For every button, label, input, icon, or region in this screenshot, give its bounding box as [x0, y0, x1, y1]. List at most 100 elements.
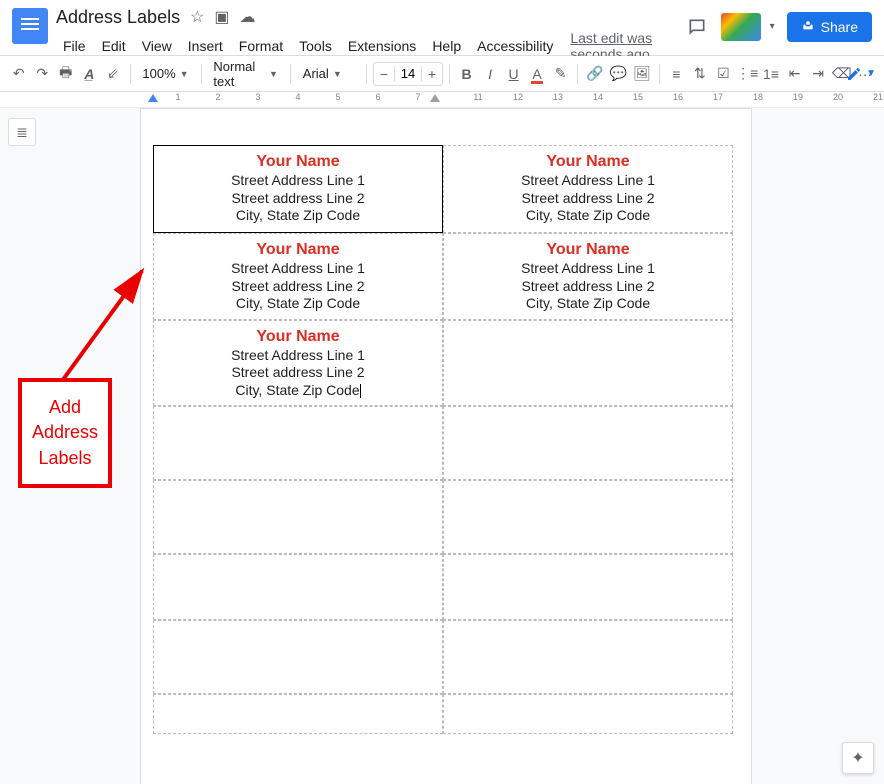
label-line2: Street address Line 2	[154, 278, 442, 296]
label-cell-3-2[interactable]	[443, 320, 733, 407]
paragraph-style-dropdown[interactable]: Normal text▼	[207, 61, 284, 87]
label-line2: Street address Line 2	[444, 190, 732, 208]
underline-button[interactable]: U	[503, 61, 525, 87]
separator	[449, 64, 450, 84]
label-line1: Street Address Line 1	[444, 260, 732, 278]
label-line2: Street address Line 2	[154, 190, 442, 208]
page[interactable]: Your Name Street Address Line 1 Street a…	[140, 108, 752, 784]
horizontal-ruler[interactable]: 12345671112131415161718192021	[0, 92, 884, 108]
menu-extensions[interactable]: Extensions	[341, 36, 423, 56]
label-line3: City, State Zip Code	[444, 207, 732, 225]
label-cell-8-2[interactable]	[443, 694, 733, 734]
redo-button[interactable]: ↷	[32, 61, 54, 87]
comment-history-icon[interactable]	[685, 15, 709, 39]
menu-tools[interactable]: Tools	[292, 36, 339, 56]
annotation-callout: Add Address Labels	[18, 378, 112, 488]
spellcheck-button[interactable]: A̲	[79, 61, 101, 87]
bulleted-list-button[interactable]: ⋮≡	[736, 61, 758, 87]
label-line3: City, State Zip Code	[154, 382, 442, 400]
label-line1: Street Address Line 1	[154, 347, 442, 365]
increase-indent-button[interactable]: ⇥	[807, 61, 829, 87]
label-line3: City, State Zip Code	[154, 295, 442, 313]
label-name: Your Name	[154, 240, 442, 260]
zoom-dropdown[interactable]: 100%▼	[136, 61, 194, 87]
insert-link-button[interactable]: 🔗	[584, 61, 606, 87]
menu-insert[interactable]: Insert	[181, 36, 230, 56]
label-cell-7-1[interactable]	[153, 620, 443, 694]
label-cell-1-1[interactable]: Your Name Street Address Line 1 Street a…	[153, 145, 443, 233]
label-name: Your Name	[154, 152, 442, 172]
menu-help[interactable]: Help	[425, 36, 468, 56]
label-cell-8-1[interactable]	[153, 694, 443, 734]
label-name: Your Name	[444, 152, 732, 172]
label-line1: Street Address Line 1	[444, 172, 732, 190]
numbered-list-button[interactable]: 1≡	[760, 61, 782, 87]
label-line1: Street Address Line 1	[154, 172, 442, 190]
paint-format-button[interactable]: ⇙	[102, 61, 124, 87]
separator	[659, 64, 660, 84]
menu-format[interactable]: Format	[232, 36, 290, 56]
label-cell-3-1[interactable]: Your Name Street Address Line 1 Street a…	[153, 320, 443, 407]
document-area: ≣ Your Name Street Address Line 1 Street…	[0, 108, 884, 784]
docs-logo-icon[interactable]	[12, 8, 48, 44]
print-button[interactable]: 🖶	[55, 61, 77, 87]
document-title[interactable]: Address Labels	[56, 7, 180, 28]
label-cell-6-1[interactable]	[153, 554, 443, 620]
undo-button[interactable]: ↶	[8, 61, 30, 87]
label-cell-6-2[interactable]	[443, 554, 733, 620]
separator	[290, 64, 291, 84]
bold-button[interactable]: B	[456, 61, 478, 87]
label-table: Your Name Street Address Line 1 Street a…	[141, 109, 751, 746]
checklist-button[interactable]: ☑	[713, 61, 735, 87]
menu-edit[interactable]: Edit	[95, 36, 133, 56]
title-area: Address Labels ☆ ▣ ☁ File Edit View Inse…	[56, 6, 685, 62]
font-size-input[interactable]: 14	[394, 66, 422, 81]
align-button[interactable]: ≡	[666, 61, 688, 87]
annotation-arrow-icon	[62, 256, 152, 386]
label-line1: Street Address Line 1	[154, 260, 442, 278]
italic-button[interactable]: I	[479, 61, 501, 87]
meet-icon[interactable]	[721, 13, 761, 41]
header-right: Share	[685, 12, 872, 42]
text-cursor	[360, 384, 361, 398]
insert-image-button[interactable]: 🖼	[631, 61, 653, 87]
font-size-decrease[interactable]: −	[374, 66, 394, 82]
cloud-status-icon[interactable]: ☁	[240, 7, 256, 27]
insert-comment-button[interactable]: 💬	[608, 61, 630, 87]
label-cell-4-2[interactable]	[443, 406, 733, 480]
separator	[577, 64, 578, 84]
label-cell-2-2[interactable]: Your Name Street Address Line 1 Street a…	[443, 233, 733, 320]
highlight-button[interactable]: ✎	[550, 61, 572, 87]
menu-file[interactable]: File	[56, 36, 93, 56]
font-size-increase[interactable]: +	[422, 66, 442, 82]
line-spacing-button[interactable]: ⇅	[689, 61, 711, 87]
title-row: Address Labels ☆ ▣ ☁	[56, 6, 685, 28]
separator	[201, 64, 202, 84]
editing-mode-button[interactable]: ▼	[846, 66, 876, 82]
label-line3: City, State Zip Code	[444, 295, 732, 313]
decrease-indent-button[interactable]: ⇤	[784, 61, 806, 87]
explore-button[interactable]: ✦	[842, 742, 874, 774]
outline-toggle-icon[interactable]: ≣	[8, 118, 36, 146]
ruler-ticks: 12345671112131415161718192021	[148, 92, 884, 102]
label-line2: Street address Line 2	[444, 278, 732, 296]
label-line2: Street address Line 2	[154, 364, 442, 382]
menu-view[interactable]: View	[135, 36, 179, 56]
font-dropdown[interactable]: Arial▼	[297, 61, 360, 87]
menu-accessibility[interactable]: Accessibility	[470, 36, 560, 56]
separator	[366, 64, 367, 84]
label-name: Your Name	[444, 240, 732, 260]
label-cell-1-2[interactable]: Your Name Street Address Line 1 Street a…	[443, 145, 733, 233]
text-color-button[interactable]: A	[526, 61, 548, 87]
star-icon[interactable]: ☆	[190, 7, 204, 27]
label-line3: City, State Zip Code	[154, 207, 442, 225]
share-button[interactable]: Share	[787, 12, 872, 42]
font-size-group: − 14 +	[373, 62, 443, 86]
label-cell-5-2[interactable]	[443, 480, 733, 554]
label-cell-7-2[interactable]	[443, 620, 733, 694]
label-cell-2-1[interactable]: Your Name Street Address Line 1 Street a…	[153, 233, 443, 320]
label-cell-5-1[interactable]	[153, 480, 443, 554]
label-cell-4-1[interactable]	[153, 406, 443, 480]
move-icon[interactable]: ▣	[214, 7, 229, 27]
share-label: Share	[821, 19, 858, 35]
